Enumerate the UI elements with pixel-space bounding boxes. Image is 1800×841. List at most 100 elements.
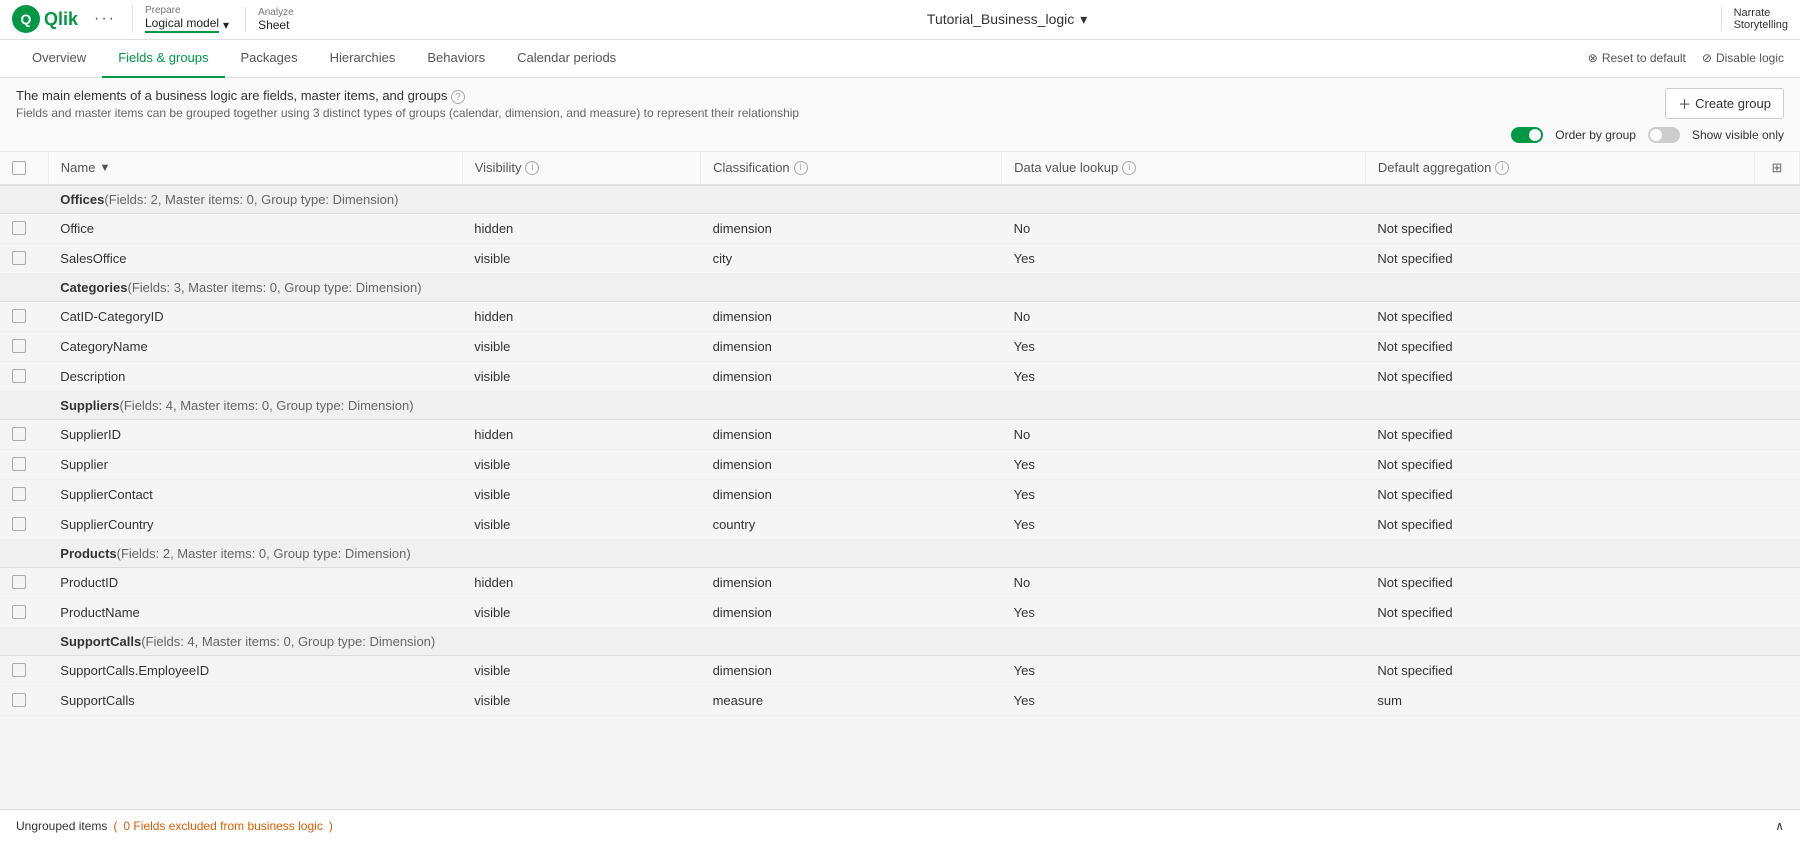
classification-info-icon[interactable]: i — [794, 161, 808, 175]
fields-table: Name ▼ Visibility i Clas — [0, 152, 1800, 716]
row-grid-cell — [1754, 331, 1799, 361]
tab-calendar-periods[interactable]: Calendar periods — [501, 40, 632, 78]
row-aggregation: Not specified — [1365, 479, 1754, 509]
table-row[interactable]: SalesOffice visible city Yes Not specifi… — [0, 243, 1800, 273]
visibility-info-icon[interactable]: i — [525, 161, 539, 175]
row-name: CategoryName — [48, 331, 462, 361]
qlik-logo-text: Qlik — [44, 9, 78, 30]
tab-overview[interactable]: Overview — [16, 40, 102, 78]
th-lookup: Data value lookup i — [1002, 152, 1366, 185]
table-row[interactable]: ProductID hidden dimension No Not specif… — [0, 567, 1800, 597]
group-row[interactable]: Offices(Fields: 2, Master items: 0, Grou… — [0, 185, 1800, 214]
qlik-logo-icon: Q — [12, 5, 40, 33]
row-name: SupportCalls.EmployeeID — [48, 655, 462, 685]
table-row[interactable]: Supplier visible dimension Yes Not speci… — [0, 449, 1800, 479]
row-checkbox[interactable] — [12, 369, 26, 383]
top-bar: Q Qlik ··· Prepare Logical model ▾ Analy… — [0, 0, 1800, 40]
row-checkbox-cell — [0, 449, 48, 479]
table-row[interactable]: SupplierContact visible dimension Yes No… — [0, 479, 1800, 509]
analyze-value[interactable]: Sheet — [258, 18, 294, 32]
lookup-info-icon[interactable]: i — [1122, 161, 1136, 175]
ungrouped-label: Ungrouped items — [16, 819, 107, 833]
grid-view-icon[interactable]: ⊞ — [1767, 160, 1787, 176]
row-checkbox[interactable] — [12, 457, 26, 471]
name-filter-icon[interactable]: ▼ — [99, 162, 110, 174]
table-row[interactable]: CategoryName visible dimension Yes Not s… — [0, 331, 1800, 361]
row-grid-cell — [1754, 243, 1799, 273]
table-row[interactable]: CatID-CategoryID hidden dimension No Not… — [0, 301, 1800, 331]
narrate-value[interactable]: Storytelling — [1734, 19, 1788, 31]
reset-to-default-button[interactable]: ⊗ Reset to default — [1588, 51, 1686, 65]
prepare-value[interactable]: Logical model ▾ — [145, 16, 229, 33]
prepare-dropdown-icon[interactable]: ▾ — [223, 18, 229, 32]
table-row[interactable]: SupportCalls visible measure Yes sum — [0, 685, 1800, 715]
row-checkbox[interactable] — [12, 427, 26, 441]
row-grid-cell — [1754, 361, 1799, 391]
row-checkbox-cell — [0, 213, 48, 243]
row-aggregation: Not specified — [1365, 509, 1754, 539]
ungrouped-count-value: 0 Fields excluded from business logic — [123, 819, 322, 833]
table-scroll[interactable]: Name ▼ Visibility i Clas — [0, 152, 1800, 809]
group-row[interactable]: SupportCalls(Fields: 4, Master items: 0,… — [0, 627, 1800, 655]
qlik-logo: Q Qlik — [12, 5, 78, 33]
row-classification: dimension — [701, 361, 1002, 391]
table-row[interactable]: SupplierCountry visible country Yes Not … — [0, 509, 1800, 539]
row-grid-cell — [1754, 567, 1799, 597]
group-name: Products — [60, 546, 116, 561]
row-checkbox[interactable] — [12, 605, 26, 619]
row-checkbox[interactable] — [12, 517, 26, 531]
row-visibility: visible — [462, 243, 700, 273]
row-checkbox[interactable] — [12, 575, 26, 589]
expand-icon[interactable]: ∧ — [1775, 819, 1784, 833]
tab-packages[interactable]: Packages — [225, 40, 314, 78]
th-name: Name ▼ — [48, 152, 462, 185]
info-help-icon[interactable]: ? — [451, 90, 465, 104]
row-checkbox[interactable] — [12, 487, 26, 501]
row-checkbox-cell — [0, 597, 48, 627]
group-row[interactable]: Suppliers(Fields: 4, Master items: 0, Gr… — [0, 391, 1800, 419]
row-checkbox-cell — [0, 301, 48, 331]
row-aggregation: Not specified — [1365, 301, 1754, 331]
table-row[interactable]: SupplierID hidden dimension No Not speci… — [0, 419, 1800, 449]
row-lookup: Yes — [1002, 243, 1366, 273]
group-row[interactable]: Categories(Fields: 3, Master items: 0, G… — [0, 273, 1800, 301]
group-meta: (Fields: 2, Master items: 0, Group type:… — [104, 192, 398, 207]
aggregation-info-icon[interactable]: i — [1495, 161, 1509, 175]
row-checkbox[interactable] — [12, 693, 26, 707]
group-row[interactable]: Products(Fields: 2, Master items: 0, Gro… — [0, 539, 1800, 567]
row-checkbox[interactable] — [12, 221, 26, 235]
table-row[interactable]: Office hidden dimension No Not specified — [0, 213, 1800, 243]
row-classification: dimension — [701, 301, 1002, 331]
table-row[interactable]: ProductName visible dimension Yes Not sp… — [0, 597, 1800, 627]
info-actions: ＋ Create group Order by group Show visib… — [1511, 88, 1784, 143]
app-title-dropdown-icon[interactable]: ▾ — [1080, 11, 1087, 28]
row-checkbox[interactable] — [12, 339, 26, 353]
show-visible-only-toggle[interactable] — [1648, 127, 1680, 143]
row-checkbox[interactable] — [12, 251, 26, 265]
prepare-section: Prepare Logical model ▾ — [132, 5, 229, 33]
row-lookup: Yes — [1002, 361, 1366, 391]
row-lookup: Yes — [1002, 509, 1366, 539]
disable-logic-button[interactable]: ⊘ Disable logic — [1702, 51, 1784, 65]
row-checkbox[interactable] — [12, 309, 26, 323]
row-checkbox-cell — [0, 243, 48, 273]
prepare-label: Prepare — [145, 5, 229, 16]
row-visibility: visible — [462, 655, 700, 685]
row-classification: dimension — [701, 655, 1002, 685]
create-group-button[interactable]: ＋ Create group — [1665, 88, 1784, 119]
more-options-button[interactable]: ··· — [94, 10, 116, 28]
row-visibility: visible — [462, 509, 700, 539]
order-by-group-toggle[interactable] — [1511, 127, 1543, 143]
info-bar: The main elements of a business logic ar… — [0, 78, 1800, 152]
tab-fields-groups[interactable]: Fields & groups — [102, 40, 224, 78]
select-all-checkbox[interactable] — [12, 161, 26, 175]
table-row[interactable]: Description visible dimension Yes Not sp… — [0, 361, 1800, 391]
tab-hierarchies[interactable]: Hierarchies — [314, 40, 412, 78]
table-row[interactable]: SupportCalls.EmployeeID visible dimensio… — [0, 655, 1800, 685]
tab-behaviors[interactable]: Behaviors — [411, 40, 501, 78]
info-subtitle: Fields and master items can be grouped t… — [16, 106, 799, 120]
row-checkbox-cell — [0, 509, 48, 539]
row-checkbox[interactable] — [12, 663, 26, 677]
row-visibility: visible — [462, 361, 700, 391]
row-checkbox-cell — [0, 567, 48, 597]
